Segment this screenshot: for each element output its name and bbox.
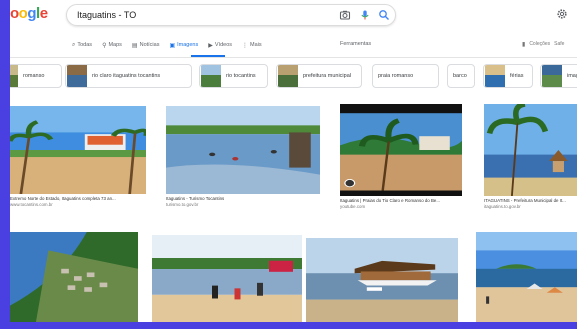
google-logo[interactable]: oogle (10, 5, 48, 22)
related-search-chip[interactable]: romanso (10, 64, 62, 88)
image-result[interactable] (476, 232, 577, 322)
tab-label: Todas (77, 42, 93, 48)
result-thumbnail[interactable] (484, 104, 577, 196)
tab-label: Notícias (139, 42, 160, 48)
search-icon[interactable] (378, 9, 390, 21)
result-thumbnail[interactable] (10, 106, 146, 194)
result-title[interactable]: ITAGUATINS - Prefeitura Municipal de It.… (484, 198, 577, 203)
tab-label: Maps (108, 42, 122, 48)
result-title[interactable]: Extremo Norte do Estado, Itaguatins comp… (10, 196, 146, 201)
image-result[interactable] (10, 232, 138, 322)
map-pin-icon: ⚲ (102, 42, 107, 49)
search-box[interactable]: Itaguatins - TO (66, 4, 396, 26)
safesearch-button[interactable]: Safe (554, 41, 564, 48)
chip-label: praia romanso (378, 73, 414, 79)
chip-thumbnail (542, 65, 562, 87)
search-input[interactable]: Itaguatins - TO (77, 10, 136, 20)
more-icon: ⋮ (242, 42, 248, 49)
right-toolbar: ▮ Coleções Safe (522, 41, 564, 48)
image-result[interactable]: Itaguatins - Turismo Tocantins turismo.to… (166, 106, 320, 207)
tab-label: Vídeos (214, 42, 232, 48)
tab-label: Imagens (177, 42, 199, 48)
result-source[interactable]: www.tocantins.com.br (10, 202, 146, 207)
result-thumbnail[interactable] (306, 238, 458, 322)
image-result[interactable] (152, 235, 302, 322)
news-icon: ▤ (131, 42, 138, 49)
tab-imagens[interactable]: ▣ Imagens (169, 40, 198, 50)
tools-button[interactable]: Ferramentas (340, 41, 371, 47)
image-result[interactable]: Extremo Norte do Estado, Itaguatins comp… (10, 106, 146, 207)
chip-label: férias (510, 73, 524, 79)
result-title[interactable]: Itaguatins | Praias do Tio Claro e Roman… (340, 198, 462, 203)
browser-viewport: oogle Itaguatins - TO ⌕ Todas ⚲ Maps ▤ Notíc (10, 0, 577, 322)
tab-label: Mais (250, 42, 262, 48)
chip-label: imagens (567, 73, 577, 79)
tab-noticias[interactable]: ▤ Notícias (132, 40, 160, 50)
related-search-chip[interactable]: prefeitura municipal (276, 64, 362, 88)
related-search-chip[interactable]: rio claro itaguatins tocantins (65, 64, 192, 88)
chip-thumbnail (10, 65, 18, 87)
related-search-chip[interactable]: rio tocantins (199, 64, 268, 88)
related-search-chip[interactable]: barco (447, 64, 475, 88)
collections-button[interactable]: Coleções (529, 41, 550, 48)
chip-thumbnail (485, 65, 505, 87)
logo-letter: o (10, 5, 19, 22)
collections-icon[interactable]: ▮ (522, 41, 525, 48)
result-thumbnail[interactable] (340, 104, 462, 196)
search-header: oogle Itaguatins - TO ⌕ Todas ⚲ Maps ▤ Notíc (10, 0, 577, 58)
chip-thumbnail (67, 65, 87, 87)
logo-letter: o (18, 5, 28, 22)
result-thumbnail[interactable] (10, 232, 138, 322)
tab-maps[interactable]: ⚲ Maps (102, 40, 122, 50)
search-tabs: ⌕ Todas ⚲ Maps ▤ Notícias ▣ Imagens ▶ Vídeos ⋮ Mais (72, 40, 262, 52)
tab-mais[interactable]: ⋮ Mais (242, 40, 262, 50)
logo-letter: g (27, 5, 37, 22)
chip-label: romanso (23, 73, 45, 79)
result-thumbnail[interactable] (476, 232, 577, 322)
result-thumbnail[interactable] (166, 106, 320, 194)
chip-label: rio claro itaguatins tocantins (92, 73, 161, 79)
camera-icon[interactable] (339, 9, 351, 21)
image-icon: ▣ (169, 42, 176, 49)
result-thumbnail[interactable] (152, 235, 302, 322)
result-title[interactable]: Itaguatins - Turismo Tocantins (166, 196, 320, 201)
chip-label: barco (453, 73, 467, 79)
chip-label: rio tocantins (226, 73, 256, 79)
gear-icon[interactable] (556, 8, 568, 20)
image-result[interactable]: ITAGUATINS - Prefeitura Municipal de It.… (484, 104, 577, 209)
image-result[interactable]: Itaguatins | Praias do Tio Claro e Roman… (340, 104, 462, 209)
related-search-chip[interactable]: praia romanso (372, 64, 439, 88)
active-tab-indicator (191, 55, 225, 57)
chip-thumbnail (278, 65, 298, 87)
video-icon: ▶ (208, 42, 213, 49)
image-result[interactable] (306, 238, 458, 322)
search-icon: ⌕ (72, 41, 76, 48)
related-search-chip[interactable]: imagens (540, 64, 577, 88)
result-source[interactable]: youtube.com (340, 204, 462, 209)
chip-thumbnail (201, 65, 221, 87)
related-searches-bar: romanso rio claro itaguatins tocantins rio… (10, 64, 577, 90)
chip-label: prefeitura municipal (303, 73, 351, 79)
tab-todas[interactable]: ⌕ Todas (72, 40, 92, 50)
result-source[interactable]: turismo.to.gov.br (166, 202, 320, 207)
result-source[interactable]: itaguatins.to.gov.br (484, 204, 577, 209)
related-search-chip[interactable]: férias (483, 64, 533, 88)
logo-letter: e (39, 5, 48, 22)
tab-videos[interactable]: ▶ Vídeos (208, 40, 232, 50)
microphone-icon[interactable] (359, 9, 371, 21)
